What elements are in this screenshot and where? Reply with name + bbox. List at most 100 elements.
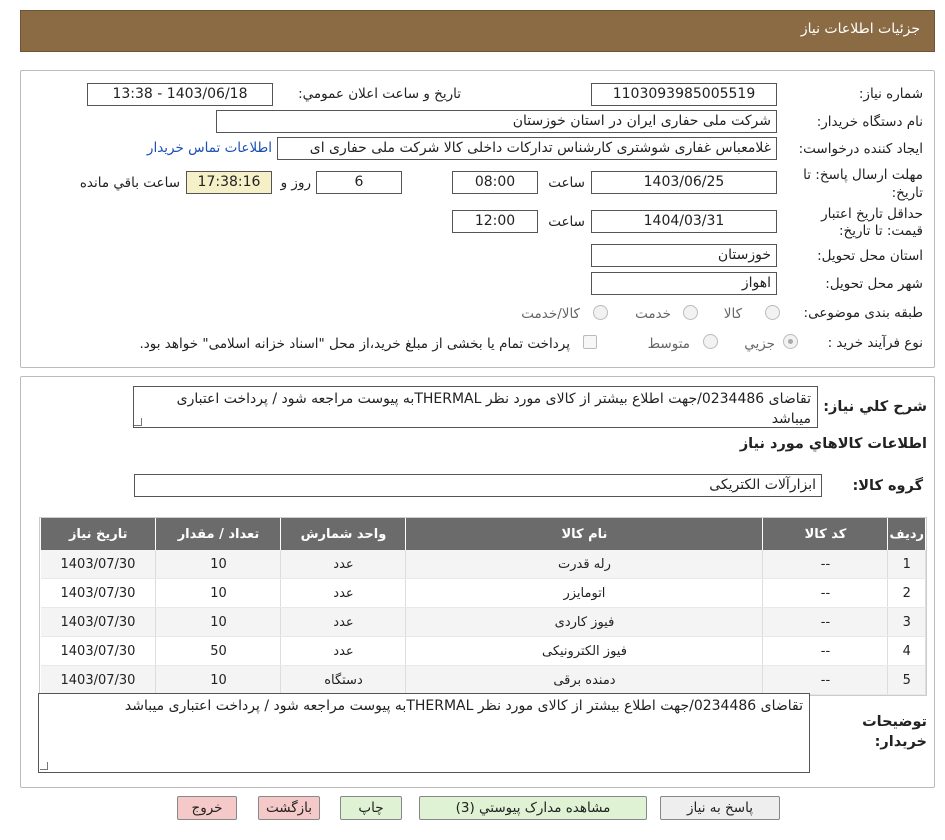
row-number: 2: [887, 578, 926, 608]
item-need-date: 1403/07/30: [40, 607, 157, 637]
days-field: 6: [316, 171, 402, 194]
province-field: خوزستان: [591, 244, 777, 267]
item-need-date: 1403/07/30: [40, 550, 157, 579]
process-minor-radio[interactable]: [783, 334, 798, 349]
buyer-notes-text: تقاضای 0234486/جهت اطلاع بیشتر از کالای …: [124, 698, 803, 714]
table-row: 3 -- فیوز کاردی عدد 10 1403/07/30: [40, 607, 926, 637]
row-number: 3: [887, 607, 926, 637]
table-row: 2 -- اتومایزر عدد 10 1403/07/30: [40, 578, 926, 608]
deadline-time-field: 08:00: [452, 171, 538, 194]
item-code: --: [762, 578, 889, 608]
item-name: دمنده برقی: [405, 665, 764, 695]
description-field: تقاضای 0234486/جهت اطلاع بیشتر از کالای …: [133, 386, 818, 428]
reply-button[interactable]: پاسخ به نياز: [660, 796, 780, 820]
buyer-notes-field: تقاضای 0234486/جهت اطلاع بیشتر از کالای …: [38, 693, 810, 773]
col-date-header: تاريخ نياز: [39, 518, 157, 550]
process-medium-label: متوسط: [647, 336, 690, 352]
buyer-org-field: شرکت ملی حفاری ایران در استان خوزستان: [216, 110, 777, 133]
announce-label: تاریخ و ساعت اعلان عمومي:: [298, 86, 461, 102]
item-need-date: 1403/07/30: [40, 665, 157, 695]
col-code-header: کد کالا: [762, 518, 889, 550]
validity-date-field: 1404/03/31: [591, 210, 777, 233]
days-label: روز و: [280, 175, 311, 191]
goods-table-body: 1 -- رله قدرت عدد 10 1403/07/30 2 -- اتو…: [40, 550, 926, 695]
view-attachments-button[interactable]: مشاهده مدارک پيوستي (3): [419, 796, 647, 820]
item-quantity: 50: [155, 636, 282, 666]
item-quantity: 10: [155, 607, 282, 637]
payment-note: پرداخت تمام يا بخشی از مبلغ خريد،از محل …: [139, 336, 570, 352]
need-number-field: 1103093985005519: [591, 83, 777, 106]
category-both-label: کالا/خدمت: [521, 306, 580, 322]
item-code: --: [762, 665, 889, 695]
page-title: جزئیات اطلاعات نیاز: [800, 21, 920, 37]
item-unit: دستگاه: [280, 665, 407, 695]
item-code: --: [762, 550, 889, 579]
deadline-time-label: ساعت: [548, 175, 585, 191]
item-unit: عدد: [280, 636, 407, 666]
item-unit: عدد: [280, 550, 407, 579]
goods-table-header: رديف کد کالا نام کالا واحد شمارش تعداد /…: [39, 518, 926, 550]
validity-time-label: ساعت: [548, 214, 585, 230]
buyer-notes-resize-handle[interactable]: [40, 762, 48, 770]
page-header: جزئیات اطلاعات نیاز: [20, 10, 935, 52]
item-name: فیوز الکترونیکی: [405, 636, 764, 666]
col-qty-header: تعداد / مقدار: [155, 518, 282, 550]
province-label: استان محل تحويل:: [817, 248, 923, 264]
announce-field: 1403/06/18 - 13:38: [87, 83, 273, 106]
item-quantity: 10: [155, 550, 282, 579]
description-text: تقاضای 0234486/جهت اطلاع بیشتر از کالای …: [176, 391, 811, 427]
treasury-checkbox[interactable]: [583, 335, 597, 349]
category-service-label: خدمت: [635, 306, 671, 322]
category-label: طبقه بندی موضوعی:: [803, 305, 923, 321]
item-code: --: [762, 636, 889, 666]
buyer-org-label: نام دستگاه خريدار:: [816, 114, 923, 130]
buyer-notes-label: توضيحات خريدار:: [862, 714, 927, 750]
validity-label: حداقل تاريخ اعتبار قيمت: تا تاريخ:: [821, 206, 923, 239]
city-field: اهواز: [591, 272, 777, 295]
back-button[interactable]: بازگشت: [258, 796, 320, 820]
col-unit-header: واحد شمارش: [280, 518, 407, 550]
item-quantity: 10: [155, 665, 282, 695]
item-unit: عدد: [280, 578, 407, 608]
row-number: 5: [887, 665, 926, 695]
goods-group-field: ابزارآلات الکتریکی: [134, 474, 822, 497]
item-need-date: 1403/07/30: [40, 578, 157, 608]
category-goods-radio[interactable]: [765, 305, 780, 320]
row-number: 4: [887, 636, 926, 666]
creator-field: غلامعباس غفاری شوشتری کارشناس تدارکات دا…: [277, 137, 777, 160]
process-label: نوع فرآيند خريد :: [827, 335, 923, 351]
creator-label: ايجاد کننده درخواست:: [798, 141, 923, 157]
item-quantity: 10: [155, 578, 282, 608]
exit-button[interactable]: خروج: [177, 796, 237, 820]
description-resize-handle[interactable]: [134, 418, 142, 426]
goods-section-title: اطلاعات کالاهاي مورد نياز: [739, 436, 927, 452]
item-unit: عدد: [280, 607, 407, 637]
table-row: 4 -- فیوز الکترونیکی عدد 50 1403/07/30: [40, 636, 926, 666]
col-name-header: نام کالا: [405, 518, 764, 550]
col-row-header: رديف: [887, 518, 926, 550]
goods-table-container: رديف کد کالا نام کالا واحد شمارش تعداد /…: [39, 517, 927, 696]
table-row: 5 -- دمنده برقی دستگاه 10 1403/07/30: [40, 665, 926, 695]
need-number-label: شماره نیاز:: [858, 86, 923, 102]
remaining-time-field: 17:38:16: [186, 171, 272, 194]
process-medium-radio[interactable]: [703, 334, 718, 349]
print-button[interactable]: چاپ: [340, 796, 402, 820]
deadline-date-field: 1403/06/25: [591, 171, 777, 194]
city-label: شهر محل تحويل:: [825, 276, 923, 292]
item-name: رله قدرت: [405, 550, 764, 579]
goods-table: رديف کد کالا نام کالا واحد شمارش تعداد /…: [39, 518, 926, 695]
item-code: --: [762, 607, 889, 637]
category-service-radio[interactable]: [683, 305, 698, 320]
process-minor-label: جزيي: [744, 336, 775, 352]
deadline-label: مهلت ارسال پاسخ: تا تاريخ:: [803, 167, 923, 201]
category-both-radio[interactable]: [593, 305, 608, 320]
category-goods-label: کالا: [723, 306, 742, 322]
item-need-date: 1403/07/30: [40, 636, 157, 666]
table-row: 1 -- رله قدرت عدد 10 1403/07/30: [40, 550, 926, 579]
item-name: اتومایزر: [405, 578, 764, 608]
remaining-label: ساعت باقي مانده: [79, 175, 180, 191]
item-name: فیوز کاردی: [405, 607, 764, 637]
row-number: 1: [887, 550, 926, 579]
goods-group-label: گروه کالا:: [852, 478, 923, 494]
buyer-contact-link[interactable]: اطلاعات تماس خریدار: [147, 140, 272, 156]
